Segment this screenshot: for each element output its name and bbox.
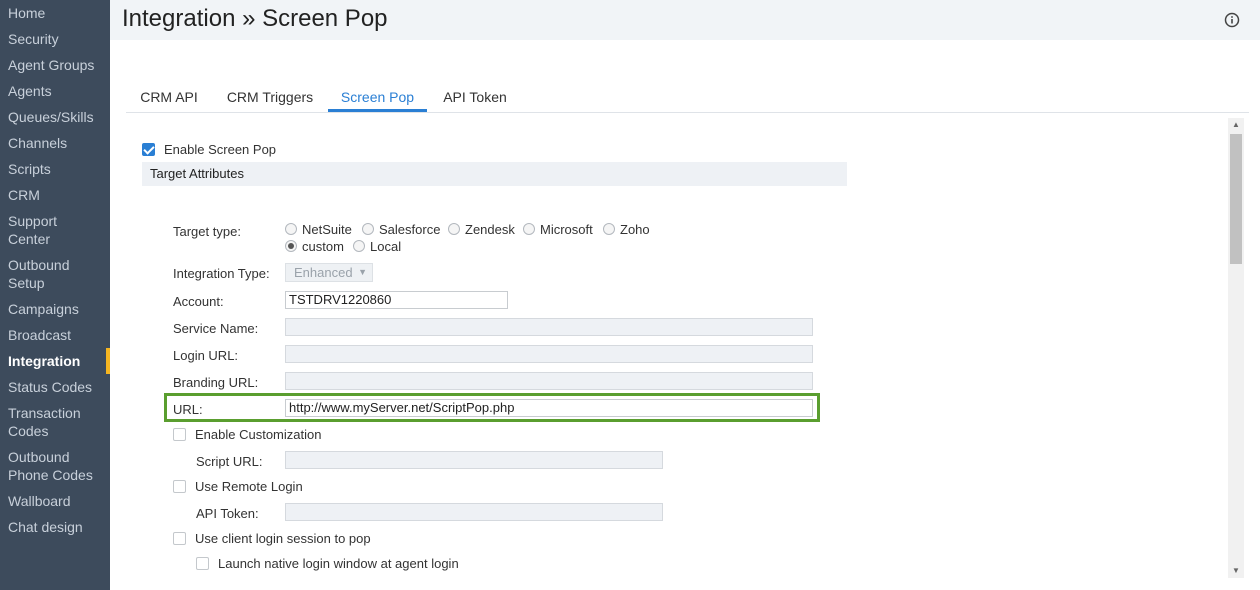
- script-url-label: Script URL:: [196, 454, 263, 469]
- radio-custom[interactable]: [285, 240, 297, 252]
- info-icon[interactable]: [1224, 12, 1240, 28]
- sidebar-item-label: Transaction: [8, 405, 81, 421]
- radio-local[interactable]: [353, 240, 365, 252]
- target-type-label: Target type:: [173, 224, 241, 239]
- branding-url-label: Branding URL:: [173, 375, 259, 390]
- target-attributes-section: Target Attributes: [142, 162, 847, 186]
- sidebar-item-crm[interactable]: CRM: [0, 186, 110, 204]
- use-client-login-label: Use client login session to pop: [195, 531, 371, 546]
- radio-local-label: Local: [370, 239, 402, 254]
- sidebar-item-scripts[interactable]: Scripts: [0, 160, 110, 178]
- scroll-thumb[interactable]: [1230, 134, 1242, 264]
- integration-type-value: Enhanced: [294, 265, 353, 280]
- sidebar-item-channels[interactable]: Channels: [0, 134, 110, 152]
- radio-salesforce-label: Salesforce: [379, 222, 441, 237]
- sidebar-item-integration[interactable]: Integration: [0, 348, 110, 374]
- sidebar-item-wallboard[interactable]: Wallboard: [0, 492, 110, 510]
- url-label: URL:: [173, 402, 203, 417]
- integration-type-select[interactable]: Enhanced ▼: [285, 263, 373, 282]
- section-title: Target Attributes: [150, 166, 244, 181]
- radio-netsuite[interactable]: [285, 223, 297, 235]
- page-header: Integration » Screen Pop: [110, 0, 1260, 40]
- use-remote-login-label: Use Remote Login: [195, 479, 303, 494]
- api-token-label: API Token:: [196, 506, 259, 521]
- sidebar-item-chat-design[interactable]: Chat design: [0, 518, 110, 536]
- sidebar-item-agent-groups[interactable]: Agent Groups: [0, 56, 110, 74]
- sidebar-item-queues-skills[interactable]: Queues/Skills: [0, 108, 110, 126]
- enable-customization-checkbox[interactable]: [173, 428, 186, 441]
- sidebar-item-home[interactable]: Home: [0, 4, 110, 22]
- scrollbar[interactable]: ▲ ▼: [1228, 118, 1244, 578]
- service-name-input[interactable]: [285, 318, 813, 336]
- use-client-login-checkbox[interactable]: [173, 532, 186, 545]
- use-remote-login-checkbox[interactable]: [173, 480, 186, 493]
- enable-screen-pop-label: Enable Screen Pop: [164, 142, 277, 157]
- sidebar-item-label: Support: [8, 213, 58, 229]
- scroll-up-icon[interactable]: ▲: [1228, 118, 1244, 132]
- script-url-input[interactable]: [285, 451, 663, 469]
- page-title: Integration » Screen Pop: [122, 5, 388, 32]
- url-input[interactable]: http://www.myServer.net/ScriptPop.php: [285, 399, 813, 417]
- sidebar-item-agents[interactable]: Agents: [0, 82, 110, 100]
- sidebar-item-broadcast[interactable]: Broadcast: [0, 326, 110, 344]
- sidebar-item-transaction-codes[interactable]: Transaction Codes: [0, 404, 110, 440]
- radio-microsoft-label: Microsoft: [540, 222, 593, 237]
- sidebar-item-outbound-setup[interactable]: Outbound Setup: [0, 256, 110, 292]
- launch-native-login-label: Launch native login window at agent logi…: [218, 556, 459, 571]
- sidebar: Home Security Agent Groups Agents Queues…: [0, 0, 110, 590]
- account-input[interactable]: TSTDRV1220860: [285, 291, 508, 309]
- sidebar-item-label: Outbound: [8, 449, 70, 465]
- account-label: Account:: [173, 294, 224, 309]
- service-name-label: Service Name:: [173, 321, 259, 336]
- tab-crm-api[interactable]: CRM API: [126, 86, 212, 112]
- tab-crm-triggers[interactable]: CRM Triggers: [216, 86, 324, 112]
- sidebar-item-status-codes[interactable]: Status Codes: [0, 378, 110, 396]
- sidebar-item-label: Codes: [8, 423, 49, 439]
- sidebar-item-label: Phone Codes: [8, 467, 93, 483]
- tab-bar: CRM API CRM Triggers Screen Pop API Toke…: [126, 86, 1249, 113]
- radio-zoho-label: Zoho: [620, 222, 650, 237]
- radio-zoho[interactable]: [603, 223, 615, 235]
- radio-salesforce[interactable]: [362, 223, 374, 235]
- radio-zendesk-label: Zendesk: [465, 222, 515, 237]
- branding-url-input[interactable]: [285, 372, 813, 390]
- sidebar-item-label: Center: [8, 231, 51, 247]
- radio-netsuite-label: NetSuite: [302, 222, 352, 237]
- sidebar-item-label: Outbound: [8, 257, 70, 273]
- sidebar-item-campaigns[interactable]: Campaigns: [0, 300, 110, 318]
- sidebar-item-support-center[interactable]: Support Center: [0, 212, 110, 248]
- tab-api-token[interactable]: API Token: [431, 86, 519, 112]
- login-url-input[interactable]: [285, 345, 813, 363]
- scroll-down-icon[interactable]: ▼: [1228, 564, 1244, 578]
- chevron-down-icon: ▼: [358, 267, 367, 277]
- sidebar-item-label: Setup: [8, 275, 45, 291]
- integration-type-label: Integration Type:: [173, 266, 270, 281]
- sidebar-item-security[interactable]: Security: [0, 30, 110, 48]
- radio-microsoft[interactable]: [523, 223, 535, 235]
- radio-custom-label: custom: [302, 239, 344, 254]
- tab-screen-pop[interactable]: Screen Pop: [328, 86, 427, 112]
- enable-screen-pop-checkbox[interactable]: [142, 143, 155, 156]
- enable-customization-label: Enable Customization: [195, 427, 322, 442]
- login-url-label: Login URL:: [173, 348, 239, 363]
- api-token-input[interactable]: [285, 503, 663, 521]
- radio-zendesk[interactable]: [448, 223, 460, 235]
- launch-native-login-checkbox[interactable]: [196, 557, 209, 570]
- sidebar-item-outbound-phone-codes[interactable]: Outbound Phone Codes: [0, 448, 110, 484]
